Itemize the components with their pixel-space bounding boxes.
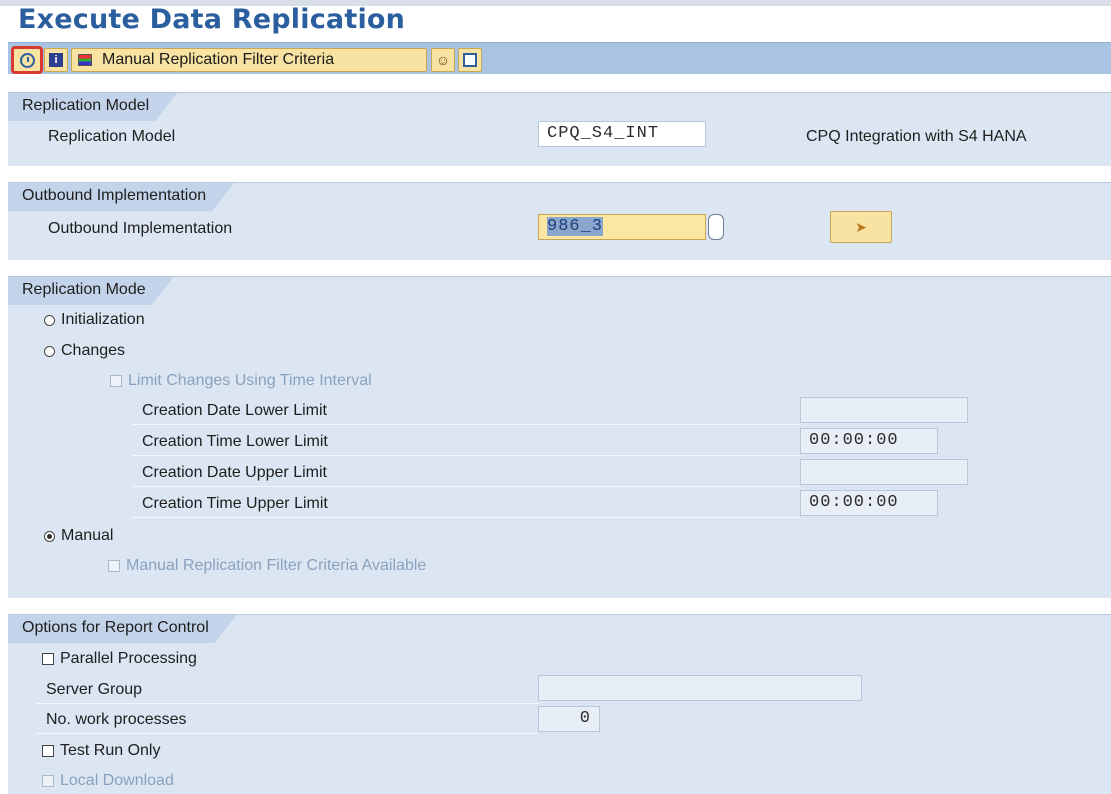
application-toolbar: i Manual Replication Filter Criteria ☺ xyxy=(8,42,1111,74)
date-upper-input xyxy=(800,459,968,485)
info-icon: i xyxy=(49,53,63,67)
checkbox-manual-filter-label: Manual Replication Filter Criteria Avail… xyxy=(126,557,427,574)
group-replication-model: Replication Model Replication Model CPQ_… xyxy=(8,92,1111,166)
time-upper-label: Creation Time Upper Limit xyxy=(142,495,328,512)
checkbox-limit-changes-box xyxy=(110,375,122,387)
date-lower-label: Creation Date Lower Limit xyxy=(142,402,327,419)
navigate-button[interactable]: ➤ xyxy=(830,211,892,243)
group-report-control: Options for Report Control Parallel Proc… xyxy=(8,614,1111,794)
outbound-implementation-label: Outbound Implementation xyxy=(48,220,233,237)
group-title-outbound-implementation: Outbound Implementation xyxy=(8,183,234,211)
radio-manual-label: Manual xyxy=(61,527,114,544)
export-icon xyxy=(463,53,477,67)
execute-button[interactable] xyxy=(11,46,43,74)
radio-manual-circle[interactable] xyxy=(44,530,55,542)
replication-model-input[interactable]: CPQ_S4_INT xyxy=(538,121,706,147)
filter-icon xyxy=(78,54,92,66)
time-lower-label: Creation Time Lower Limit xyxy=(142,433,328,450)
group-title-replication-mode: Replication Mode xyxy=(8,277,174,305)
row-separator xyxy=(132,455,800,456)
date-upper-label: Creation Date Upper Limit xyxy=(142,464,327,481)
replication-model-label: Replication Model xyxy=(48,128,176,145)
date-lower-input xyxy=(800,397,968,423)
checkbox-limit-changes-label: Limit Changes Using Time Interval xyxy=(128,372,372,389)
row-separator xyxy=(132,486,800,487)
work-processes-input: 0 xyxy=(538,706,600,732)
checkbox-local-download: Local Download xyxy=(42,766,174,794)
replication-model-description: CPQ Integration with S4 HANA xyxy=(806,128,1027,145)
checkbox-manual-filter-box xyxy=(108,560,120,572)
radio-initialization[interactable]: Initialization xyxy=(44,305,145,335)
checkbox-limit-changes: Limit Changes Using Time Interval xyxy=(110,366,372,396)
time-lower-input: 00:00:00 xyxy=(800,428,938,454)
radio-changes-circle[interactable] xyxy=(44,345,55,357)
value-help-button[interactable] xyxy=(708,214,724,240)
outbound-implementation-value: 986_3 xyxy=(547,217,604,236)
export-button[interactable] xyxy=(458,48,482,72)
variant-button[interactable]: ☺ xyxy=(431,48,455,72)
radio-changes[interactable]: Changes xyxy=(44,336,125,366)
row-separator xyxy=(132,424,800,425)
user-variant-icon: ☺ xyxy=(435,52,451,68)
info-button[interactable]: i xyxy=(44,48,68,72)
row-outbound-implementation: Outbound Implementation xyxy=(26,214,232,244)
row-separator xyxy=(36,703,538,704)
server-group-input xyxy=(538,675,862,701)
checkbox-test-run-label: Test Run Only xyxy=(60,742,161,759)
row-separator xyxy=(132,517,800,518)
group-outbound-implementation: Outbound Implementation Outbound Impleme… xyxy=(8,182,1111,260)
radio-initialization-circle[interactable] xyxy=(44,314,55,326)
group-replication-mode: Replication Mode Initialization Changes … xyxy=(8,276,1111,598)
group-title-report-control: Options for Report Control xyxy=(8,615,237,643)
manual-filter-criteria-label: Manual Replication Filter Criteria xyxy=(102,51,335,68)
radio-manual[interactable]: Manual xyxy=(44,521,113,551)
checkbox-test-run[interactable]: Test Run Only xyxy=(42,736,160,766)
radio-changes-label: Changes xyxy=(61,342,126,359)
radio-initialization-label: Initialization xyxy=(61,311,145,328)
time-upper-input: 00:00:00 xyxy=(800,490,938,516)
checkbox-parallel-processing[interactable]: Parallel Processing xyxy=(42,644,197,674)
work-processes-label: No. work processes xyxy=(46,711,187,728)
manual-filter-criteria-button[interactable]: Manual Replication Filter Criteria xyxy=(71,48,427,72)
row-separator xyxy=(36,733,538,734)
execute-clock-icon xyxy=(19,52,35,68)
checkbox-parallel-processing-label: Parallel Processing xyxy=(60,650,197,667)
checkbox-manual-filter: Manual Replication Filter Criteria Avail… xyxy=(108,551,426,581)
checkbox-parallel-processing-box[interactable] xyxy=(42,653,54,665)
server-group-label: Server Group xyxy=(46,681,143,698)
checkbox-local-download-box xyxy=(42,775,54,787)
page-title: Execute Data Replication xyxy=(18,4,406,35)
checkbox-test-run-box[interactable] xyxy=(42,745,54,757)
row-replication-model: Replication Model xyxy=(26,122,175,152)
outbound-implementation-input[interactable]: 986_3 xyxy=(538,214,706,240)
group-title-replication-model: Replication Model xyxy=(8,93,177,121)
arrow-right-icon: ➤ xyxy=(855,218,867,235)
checkbox-local-download-label: Local Download xyxy=(60,772,174,789)
